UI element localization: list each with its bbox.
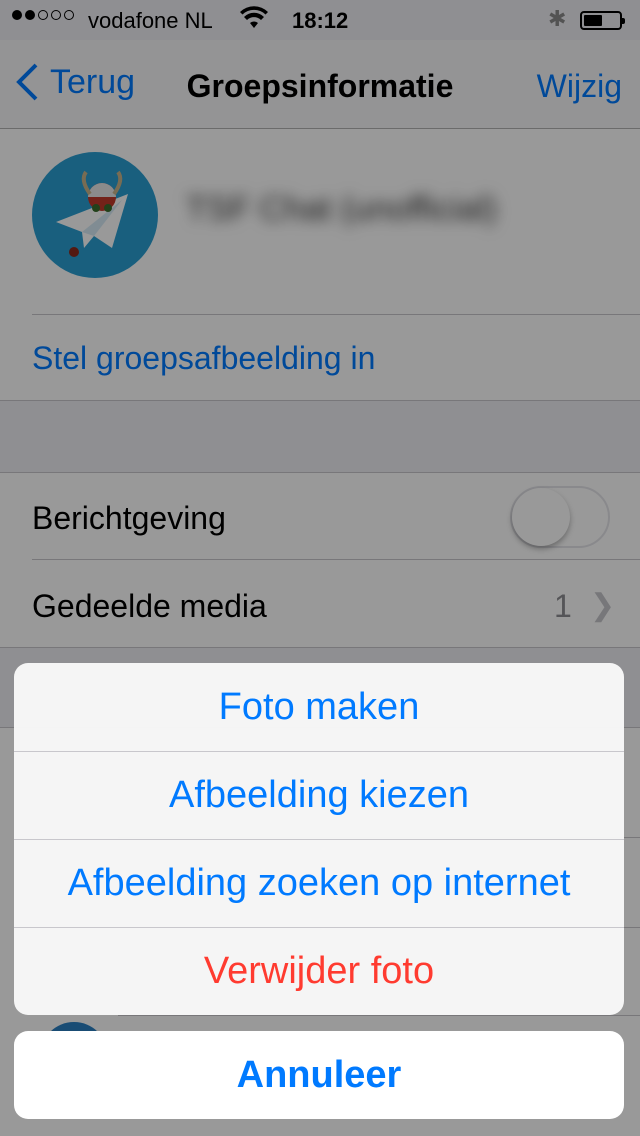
cancel-button[interactable]: Annuleer [14, 1031, 624, 1119]
take-photo-action[interactable]: Foto maken [14, 663, 624, 751]
search-image-web-action[interactable]: Afbeelding zoeken op internet [14, 839, 624, 927]
choose-image-action[interactable]: Afbeelding kiezen [14, 751, 624, 839]
action-sheet: Foto maken Afbeelding kiezen Afbeelding … [14, 663, 624, 1015]
delete-photo-action[interactable]: Verwijder foto [14, 927, 624, 1015]
